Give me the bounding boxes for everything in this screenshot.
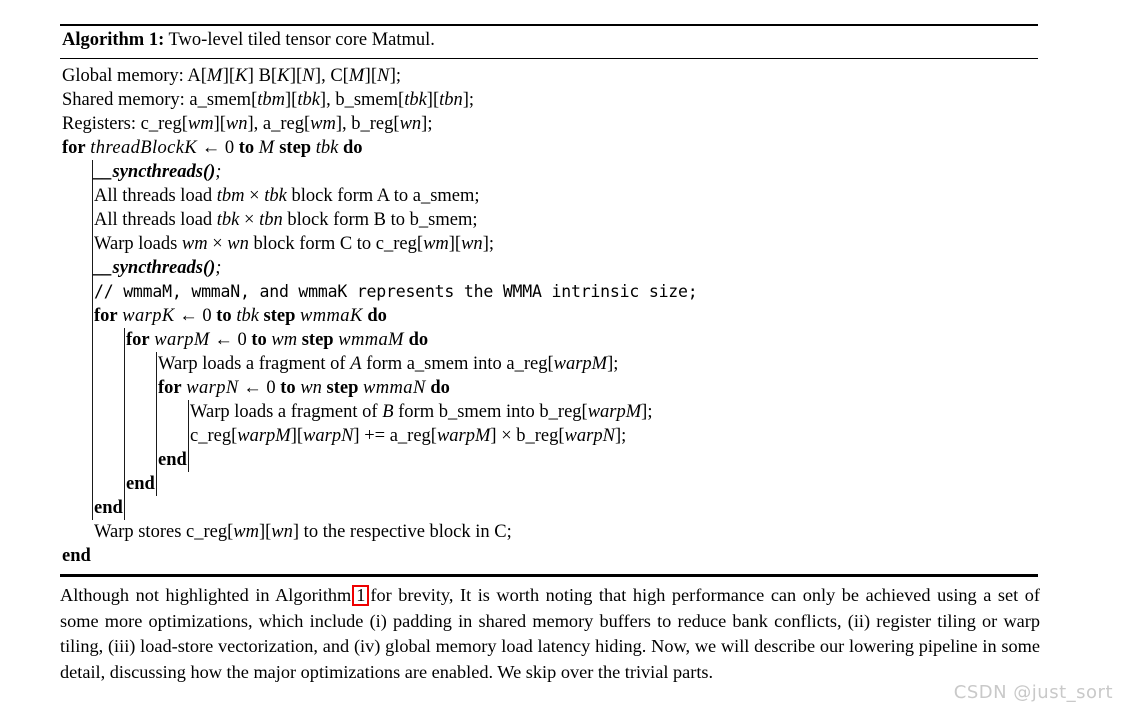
csdn-watermark: CSDN @just_sort [953, 682, 1113, 703]
algorithm-line-mma-accumulate: c_reg[warpM][warpN] += a_reg[warpM] × b_… [190, 426, 627, 446]
algorithm-level4-body: Warp loads a fragment of B form b_smem i… [60, 400, 1038, 472]
algorithm-body: Global memory: A[M][K] B[K][N], C[M][N];… [60, 59, 1038, 572]
algorithm-line-load-a-smem: All threads load tbm × tbk block form A … [94, 186, 480, 206]
algorithm-line-comment-wmma: // wmmaM, wmmaN, and wmmaK represents th… [94, 282, 698, 301]
algorithm-line-load-b-smem: All threads load tbk × tbn block form B … [94, 210, 478, 230]
body-paragraph: Although not highlighted in Algorithm 1 fo… [60, 583, 1040, 685]
algorithm-bottom-rule [60, 574, 1038, 577]
algorithm-line-for-threadblockk: for threadBlockK ← 0 to M step tbk do [62, 138, 363, 158]
algorithm-line-for-warpm: for warpM ← 0 to wm step wmmaM do [126, 330, 429, 350]
algorithm-line-end-warpk: end [94, 498, 123, 518]
algorithm-level1-body: __syncthreads(); All threads load tbm × … [60, 160, 1038, 544]
algorithm-line-syncthreads-2: __syncthreads(); [94, 258, 222, 278]
algorithm-line-for-warpk: for warpK ← 0 to tbk step wmmaK do [94, 306, 387, 326]
paper-page: Algorithm 1: Two-level tiled tensor core… [0, 0, 1121, 709]
algorithm-line-load-c-reg: Warp loads wm × wn block form C to c_reg… [94, 234, 494, 254]
algorithm-line-end-warpm: end [126, 474, 155, 494]
algorithm-line-load-frag-b: Warp loads a fragment of B form b_smem i… [190, 402, 653, 422]
algorithm-reference-link[interactable]: 1 [352, 585, 370, 606]
algorithm-line-end-threadblockk: end [62, 546, 91, 566]
algorithm-line-decl-registers: Registers: c_reg[wm][wn], a_reg[wm], b_r… [62, 114, 433, 134]
paragraph-text-before-ref: Although not highlighted in Algorithm [60, 585, 352, 605]
algorithm-line-load-frag-a: Warp loads a fragment of A form a_smem i… [158, 354, 619, 374]
algorithm-caption: Algorithm 1: Two-level tiled tensor core… [60, 26, 1038, 56]
algorithm-level2-body: for warpM ← 0 to wm step wmmaM do Warp l… [60, 328, 1038, 520]
algorithm-line-syncthreads-1: __syncthreads(); [94, 162, 222, 182]
algorithm-line-end-warpn: end [158, 450, 187, 470]
algorithm-line-decl-global: Global memory: A[M][K] B[K][N], C[M][N]; [62, 66, 402, 86]
algorithm-caption-label: Algorithm 1: [62, 30, 165, 50]
algorithm-line-decl-shared: Shared memory: a_smem[tbm][tbk], b_smem[… [62, 90, 475, 110]
algorithm-line-for-warpn: for warpN ← 0 to wn step wmmaN do [158, 378, 450, 398]
algorithm-level3-body: Warp loads a fragment of A form a_smem i… [60, 352, 1038, 496]
algorithm-line-store-c: Warp stores c_reg[wm][wn] to the respect… [94, 522, 512, 542]
algorithm-caption-title: Two-level tiled tensor core Matmul. [168, 30, 435, 50]
algorithm-block: Algorithm 1: Two-level tiled tensor core… [60, 24, 1038, 577]
